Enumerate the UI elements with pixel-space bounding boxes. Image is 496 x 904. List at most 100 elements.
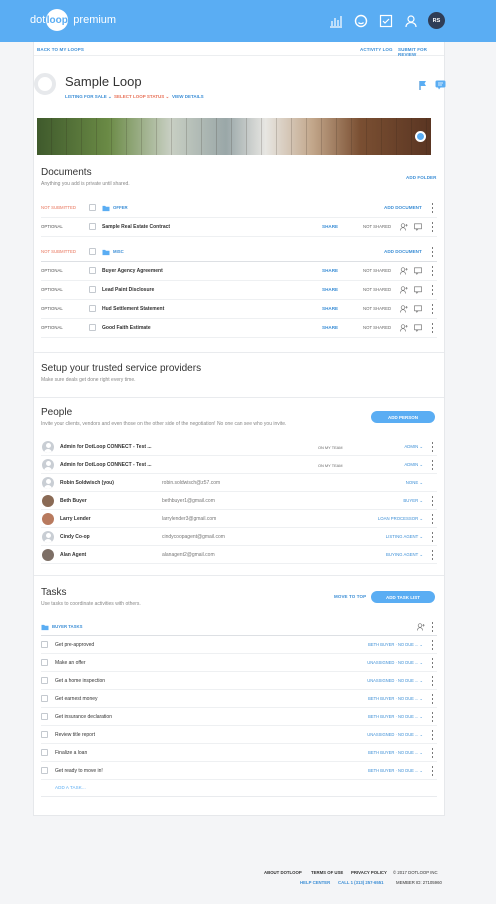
task-name[interactable]: Get ready to move in! (55, 768, 103, 774)
task-checkbox[interactable] (41, 659, 48, 666)
task-checkbox[interactable] (41, 641, 48, 648)
share-link[interactable]: SHARE (322, 287, 338, 292)
folder-name[interactable]: OFFER (113, 205, 128, 210)
document-checkbox[interactable] (89, 267, 96, 274)
person-row[interactable]: Beth Buyer bethbuyer1@gmail.com BUYER ⌄ (41, 492, 437, 510)
task-assignee-dropdown[interactable]: BETH BUYER · NO DUE ... ⌄ (368, 768, 423, 773)
add-task-list-button[interactable]: ADD TASK LIST (371, 591, 435, 603)
kebab-menu-icon[interactable] (431, 442, 434, 452)
person-role-dropdown[interactable]: NONE ⌄ (406, 480, 423, 486)
kebab-menu-icon[interactable] (431, 550, 434, 560)
person-role-dropdown[interactable]: BUYER ⌄ (403, 498, 423, 504)
share-link[interactable]: SHARE (322, 224, 338, 229)
task-assignee-dropdown[interactable]: BETH BUYER · NO DUE ... ⌄ (368, 696, 423, 701)
task-row[interactable]: Finalize a loan BETH BUYER · NO DUE ... … (41, 744, 437, 762)
share-link[interactable]: SHARE (322, 325, 338, 330)
folder-row-misc[interactable]: NOT SUBMITTED MISC ADD DOCUMENT (41, 243, 437, 262)
loop-avatar[interactable] (34, 73, 56, 95)
task-row[interactable]: Make an offer UNASSIGNED · NO DUE ... ⌄ (41, 654, 437, 672)
dotloop-logo[interactable]: dot loop premium (30, 9, 116, 31)
checkbox-icon[interactable] (378, 13, 394, 29)
add-task-link[interactable]: ADD A TASK... (55, 785, 86, 790)
document-row[interactable]: OPTIONAL Hud Settlement Statement SHARE … (41, 300, 437, 319)
task-checkbox[interactable] (41, 767, 48, 774)
add-document-link[interactable]: ADD DOCUMENT (384, 205, 422, 210)
task-row[interactable]: Review title report UNASSIGNED · NO DUE … (41, 726, 437, 744)
call-link[interactable]: CALL 1 (313) 257-6551 (338, 880, 384, 885)
kebab-menu-icon[interactable] (431, 323, 434, 333)
task-list-header[interactable]: BUYER TASKS (41, 618, 437, 636)
back-to-loops-link[interactable]: BACK TO MY LOOPS (37, 47, 84, 52)
submit-for-review-link[interactable]: SUBMIT FOR REVIEW (398, 47, 444, 57)
comment-icon[interactable] (414, 223, 422, 231)
document-name[interactable]: Sample Real Estate Contract (102, 224, 170, 230)
task-name[interactable]: Review title report (55, 732, 95, 738)
share-link[interactable]: SHARE (322, 306, 338, 311)
person-role-dropdown[interactable]: LOAN PROCESSOR ⌄ (378, 516, 423, 522)
kebab-menu-icon[interactable] (431, 222, 434, 232)
task-checkbox[interactable] (41, 731, 48, 738)
document-row[interactable]: OPTIONAL Sample Real Estate Contract SHA… (41, 218, 437, 237)
document-checkbox[interactable] (89, 324, 96, 331)
comment-icon[interactable] (414, 267, 422, 275)
chat-icon[interactable] (435, 80, 446, 90)
about-link[interactable]: ABOUT DOTLOOP (264, 870, 302, 875)
kebab-menu-icon[interactable] (431, 712, 434, 722)
document-name[interactable]: Buyer Agency Agreement (102, 268, 163, 274)
kebab-menu-icon[interactable] (431, 460, 434, 470)
task-name[interactable]: Finalize a loan (55, 750, 87, 756)
select-loop-status-dropdown[interactable]: SELECT LOOP STATUS ⌄ (114, 94, 169, 100)
add-document-link[interactable]: ADD DOCUMENT (384, 249, 422, 254)
add-person-icon[interactable] (400, 324, 408, 332)
terms-link[interactable]: TERMS OF USE (311, 870, 343, 875)
add-person-button[interactable]: ADD PERSON (371, 411, 435, 423)
kebab-menu-icon[interactable] (431, 640, 434, 650)
person-role-dropdown[interactable]: BUYING AGENT ⌄ (386, 552, 423, 558)
listing-status-dropdown[interactable]: LISTING FOR SALE ⌄ (65, 94, 112, 100)
add-person-icon[interactable] (400, 286, 408, 294)
document-checkbox[interactable] (89, 223, 96, 230)
comment-icon[interactable] (414, 324, 422, 332)
person-role-dropdown[interactable]: LISTING AGENT ⌄ (386, 534, 423, 540)
task-checkbox[interactable] (41, 695, 48, 702)
task-name[interactable]: Make an offer (55, 660, 85, 666)
comment-icon[interactable] (414, 286, 422, 294)
document-name[interactable]: Lead Paint Disclosure (102, 287, 154, 293)
task-assignee-dropdown[interactable]: UNASSIGNED · NO DUE ... ⌄ (367, 660, 423, 665)
kebab-menu-icon[interactable] (431, 694, 434, 704)
task-assignee-dropdown[interactable]: BETH BUYER · NO DUE ... ⌄ (368, 714, 423, 719)
task-row[interactable]: Get earnest money BETH BUYER · NO DUE ..… (41, 690, 437, 708)
folder-checkbox[interactable] (89, 204, 96, 211)
kebab-menu-icon[interactable] (431, 514, 434, 524)
kebab-menu-icon[interactable] (431, 266, 434, 276)
user-avatar[interactable]: RS (428, 12, 445, 29)
task-checkbox[interactable] (41, 713, 48, 720)
kebab-menu-icon[interactable] (431, 730, 434, 740)
comment-icon[interactable] (414, 305, 422, 313)
kebab-menu-icon[interactable] (431, 496, 434, 506)
loop-icon[interactable] (353, 13, 369, 29)
activity-log-link[interactable]: ACTIVITY LOG (360, 47, 393, 52)
kebab-menu-icon[interactable] (431, 748, 434, 758)
person-icon[interactable] (403, 13, 419, 29)
kebab-menu-icon[interactable] (431, 532, 434, 542)
task-assignee-dropdown[interactable]: UNASSIGNED · NO DUE ... ⌄ (367, 732, 423, 737)
task-checkbox[interactable] (41, 749, 48, 756)
person-role-dropdown[interactable]: ADMIN ⌄ (404, 462, 423, 468)
folder-name[interactable]: MISC (113, 249, 124, 254)
kebab-menu-icon[interactable] (431, 247, 434, 257)
task-name[interactable]: Get earnest money (55, 696, 98, 702)
add-person-icon[interactable] (400, 267, 408, 275)
share-link[interactable]: SHARE (322, 268, 338, 273)
document-row[interactable]: OPTIONAL Buyer Agency Agreement SHARE NO… (41, 262, 437, 281)
person-row[interactable]: Larry Lender larrylender3@gmail.com LOAN… (41, 510, 437, 528)
document-checkbox[interactable] (89, 305, 96, 312)
help-center-link[interactable]: HELP CENTER (300, 880, 330, 885)
document-checkbox[interactable] (89, 286, 96, 293)
document-row[interactable]: OPTIONAL Lead Paint Disclosure SHARE NOT… (41, 281, 437, 300)
task-assignee-dropdown[interactable]: BETH BUYER · NO DUE ... ⌄ (368, 642, 423, 647)
person-role-dropdown[interactable]: ADMIN ⌄ (404, 444, 423, 450)
person-row[interactable]: Robin Soldwisch (you) robin.soldwisch@z5… (41, 474, 437, 492)
kebab-menu-icon[interactable] (431, 285, 434, 295)
document-row[interactable]: OPTIONAL Good Faith Estimate SHARE NOT S… (41, 319, 437, 338)
